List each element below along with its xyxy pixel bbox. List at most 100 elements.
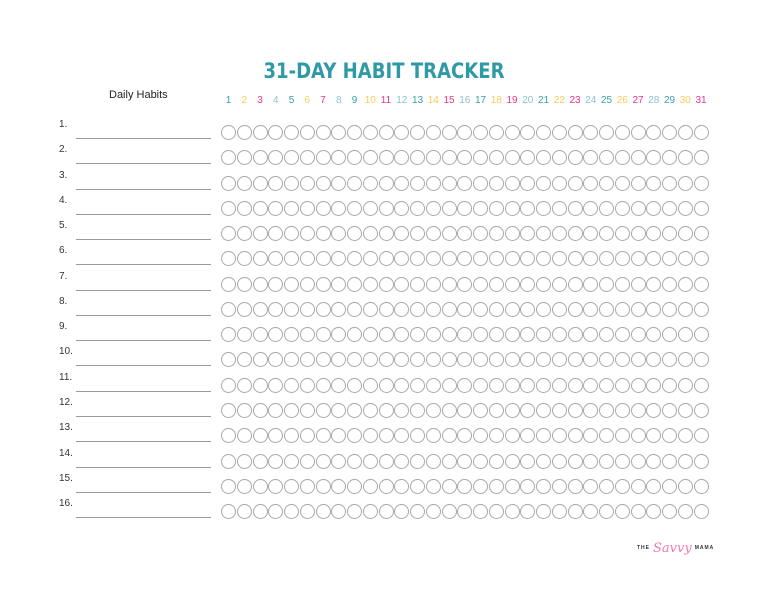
habit-checkbox-circle[interactable]	[693, 352, 709, 368]
habit-checkbox-circle[interactable]	[425, 428, 441, 444]
habit-checkbox-circle[interactable]	[630, 226, 646, 242]
habit-checkbox-circle[interactable]	[394, 428, 410, 444]
habit-checkbox-circle[interactable]	[599, 478, 614, 494]
habit-checkbox-circle[interactable]	[331, 301, 347, 317]
habit-checkbox-circle[interactable]	[646, 327, 662, 343]
habit-checkbox-circle[interactable]	[457, 175, 473, 191]
habit-checkbox-circle[interactable]	[536, 150, 551, 166]
habit-checkbox-circle[interactable]	[284, 276, 299, 292]
habit-checkbox-circle[interactable]	[378, 453, 394, 469]
habit-checkbox-circle[interactable]	[567, 453, 583, 469]
habit-checkbox-circle[interactable]	[662, 200, 677, 216]
habit-checkbox-circle[interactable]	[457, 327, 473, 343]
habit-checkbox-circle[interactable]	[551, 453, 567, 469]
habit-checkbox-circle[interactable]	[236, 327, 252, 343]
habit-checkbox-circle[interactable]	[599, 402, 614, 418]
habit-checkbox-circle[interactable]	[551, 226, 567, 242]
habit-checkbox-circle[interactable]	[221, 352, 236, 368]
habit-checkbox-circle[interactable]	[457, 226, 473, 242]
habit-checkbox-circle[interactable]	[599, 276, 614, 292]
habit-name-line[interactable]	[76, 289, 211, 291]
habit-checkbox-circle[interactable]	[315, 276, 331, 292]
habit-checkbox-circle[interactable]	[488, 301, 504, 317]
habit-checkbox-circle[interactable]	[630, 478, 646, 494]
habit-checkbox-circle[interactable]	[646, 504, 662, 520]
habit-checkbox-circle[interactable]	[536, 200, 551, 216]
habit-checkbox-circle[interactable]	[268, 150, 284, 166]
habit-checkbox-circle[interactable]	[504, 301, 520, 317]
habit-checkbox-circle[interactable]	[473, 504, 488, 520]
habit-checkbox-circle[interactable]	[425, 150, 441, 166]
habit-name-line[interactable]	[76, 517, 211, 519]
habit-checkbox-circle[interactable]	[425, 175, 441, 191]
habit-checkbox-circle[interactable]	[567, 428, 583, 444]
habit-checkbox-circle[interactable]	[677, 377, 693, 393]
habit-checkbox-circle[interactable]	[362, 251, 378, 267]
habit-name-line[interactable]	[76, 340, 211, 342]
habit-checkbox-circle[interactable]	[583, 327, 599, 343]
habit-checkbox-circle[interactable]	[315, 175, 331, 191]
habit-checkbox-circle[interactable]	[394, 251, 410, 267]
habit-checkbox-circle[interactable]	[693, 402, 709, 418]
habit-checkbox-circle[interactable]	[331, 504, 347, 520]
habit-checkbox-circle[interactable]	[630, 428, 646, 444]
habit-name-line[interactable]	[76, 314, 211, 316]
habit-checkbox-circle[interactable]	[410, 251, 425, 267]
habit-checkbox-circle[interactable]	[299, 125, 315, 140]
habit-checkbox-circle[interactable]	[677, 125, 693, 140]
habit-checkbox-circle[interactable]	[536, 301, 551, 317]
habit-checkbox-circle[interactable]	[504, 125, 520, 140]
habit-checkbox-circle[interactable]	[315, 301, 331, 317]
habit-checkbox-circle[interactable]	[284, 402, 299, 418]
habit-checkbox-circle[interactable]	[662, 226, 677, 242]
habit-checkbox-circle[interactable]	[331, 276, 347, 292]
habit-checkbox-circle[interactable]	[268, 175, 284, 191]
habit-checkbox-circle[interactable]	[473, 200, 488, 216]
habit-checkbox-circle[interactable]	[630, 327, 646, 343]
habit-checkbox-circle[interactable]	[362, 402, 378, 418]
habit-checkbox-circle[interactable]	[614, 175, 630, 191]
habit-checkbox-circle[interactable]	[441, 175, 457, 191]
habit-checkbox-circle[interactable]	[410, 428, 425, 444]
habit-checkbox-circle[interactable]	[630, 402, 646, 418]
habit-checkbox-circle[interactable]	[520, 276, 536, 292]
habit-checkbox-circle[interactable]	[630, 301, 646, 317]
habit-checkbox-circle[interactable]	[473, 125, 488, 140]
habit-checkbox-circle[interactable]	[252, 125, 268, 140]
habit-checkbox-circle[interactable]	[425, 251, 441, 267]
habit-checkbox-circle[interactable]	[662, 428, 677, 444]
habit-checkbox-circle[interactable]	[614, 226, 630, 242]
habit-checkbox-circle[interactable]	[252, 402, 268, 418]
habit-checkbox-circle[interactable]	[583, 175, 599, 191]
habit-checkbox-circle[interactable]	[441, 276, 457, 292]
habit-name-line[interactable]	[76, 239, 211, 241]
habit-checkbox-circle[interactable]	[614, 428, 630, 444]
habit-checkbox-circle[interactable]	[504, 327, 520, 343]
habit-checkbox-circle[interactable]	[410, 327, 425, 343]
habit-checkbox-circle[interactable]	[551, 251, 567, 267]
habit-checkbox-circle[interactable]	[347, 402, 362, 418]
habit-checkbox-circle[interactable]	[646, 478, 662, 494]
habit-checkbox-circle[interactable]	[488, 377, 504, 393]
habit-checkbox-circle[interactable]	[504, 226, 520, 242]
habit-checkbox-circle[interactable]	[457, 251, 473, 267]
habit-checkbox-circle[interactable]	[551, 504, 567, 520]
habit-checkbox-circle[interactable]	[362, 428, 378, 444]
habit-checkbox-circle[interactable]	[252, 276, 268, 292]
habit-checkbox-circle[interactable]	[284, 504, 299, 520]
habit-checkbox-circle[interactable]	[567, 200, 583, 216]
habit-checkbox-circle[interactable]	[520, 402, 536, 418]
habit-checkbox-circle[interactable]	[299, 504, 315, 520]
habit-checkbox-circle[interactable]	[236, 251, 252, 267]
habit-checkbox-circle[interactable]	[551, 175, 567, 191]
habit-checkbox-circle[interactable]	[221, 200, 236, 216]
habit-checkbox-circle[interactable]	[347, 504, 362, 520]
habit-checkbox-circle[interactable]	[378, 402, 394, 418]
habit-checkbox-circle[interactable]	[441, 150, 457, 166]
habit-checkbox-circle[interactable]	[441, 251, 457, 267]
habit-checkbox-circle[interactable]	[315, 226, 331, 242]
habit-checkbox-circle[interactable]	[425, 478, 441, 494]
habit-checkbox-circle[interactable]	[457, 352, 473, 368]
habit-checkbox-circle[interactable]	[677, 402, 693, 418]
habit-checkbox-circle[interactable]	[362, 352, 378, 368]
